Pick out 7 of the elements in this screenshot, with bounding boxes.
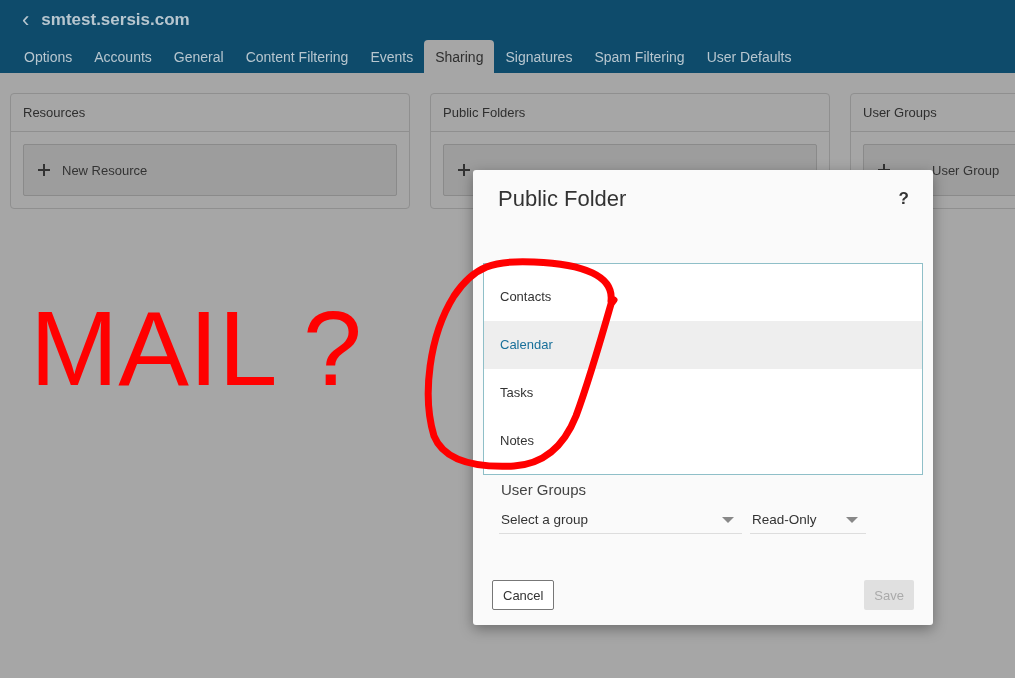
domain-title: smtest.sersis.com xyxy=(41,10,190,30)
section-label: User Groups xyxy=(500,481,588,498)
handwritten-note: MAIL ? xyxy=(30,288,363,409)
panel-title: User Groups xyxy=(851,94,1015,132)
dialog-title: Public Folder xyxy=(498,186,627,212)
panel-title: Resources xyxy=(11,94,409,132)
panel-title: Public Folders xyxy=(431,94,829,132)
